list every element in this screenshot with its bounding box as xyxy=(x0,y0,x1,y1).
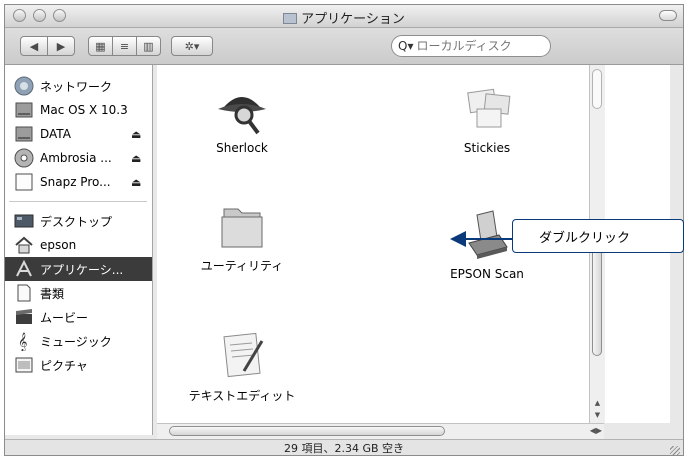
action-menu-button[interactable]: ✲▾ xyxy=(171,36,213,56)
sidebar-item-desktop[interactable]: デスクトップ xyxy=(5,209,152,233)
list-view-button[interactable]: ≡ xyxy=(112,36,137,56)
home-icon xyxy=(13,234,35,256)
folder-icon xyxy=(210,197,274,253)
file-item-textedit[interactable]: テキストエディット xyxy=(177,327,307,404)
sidebar-item-label: ネットワーク xyxy=(40,79,113,94)
file-name: テキストエディット xyxy=(188,389,296,403)
sidebar-item-label: epson xyxy=(40,238,77,252)
eject-icon[interactable]: ⏏ xyxy=(131,152,141,165)
sidebar-item-label: デスクトップ xyxy=(40,214,113,229)
textedit-icon xyxy=(210,327,274,383)
window-title-area: アプリケーション xyxy=(5,8,683,27)
folder-icon xyxy=(283,13,298,24)
sidebar-item-label: ムービー xyxy=(40,310,89,325)
back-button[interactable]: ◀ xyxy=(20,36,48,56)
sidebar-item-network[interactable]: ネットワーク xyxy=(5,74,152,98)
scroll-right-arrow-icon[interactable]: ▶ xyxy=(596,426,602,435)
sidebar-item-mac-os-x[interactable]: Mac OS X 10.3 xyxy=(5,98,152,122)
sidebar-item-pictures[interactable]: ピクチャ xyxy=(5,353,152,377)
sidebar-item-label: アプリケーシ... xyxy=(40,262,124,277)
search-field[interactable]: Q▾ xyxy=(391,35,551,57)
scroll-arrows-horizontal[interactable]: ◀▶ xyxy=(590,424,602,438)
hard-drive-icon xyxy=(13,123,35,145)
eject-icon[interactable]: ⏏ xyxy=(131,176,141,189)
scroll-down-arrow-icon[interactable]: ▼ xyxy=(595,411,600,419)
sidebar-item-label: DATA xyxy=(40,127,71,141)
sidebar-item-label: Snapz Pro... xyxy=(40,175,111,189)
documents-icon xyxy=(13,282,35,304)
sidebar-item-ambrosia[interactable]: Ambrosia ... ⏏ xyxy=(5,146,152,170)
sidebar: ネットワーク Mac OS X 10.3 DATA ⏏ Ambrosia ...… xyxy=(5,65,153,435)
window-title: アプリケーション xyxy=(301,12,405,27)
icon-view-icon: ▦ xyxy=(95,39,106,53)
forward-arrow-icon: ▶ xyxy=(56,39,66,53)
callout-arrow-icon xyxy=(450,231,512,247)
search-icon: Q▾ xyxy=(398,39,414,53)
desktop-icon xyxy=(13,210,35,232)
sidebar-item-epson[interactable]: epson xyxy=(5,233,152,257)
column-view-button[interactable]: ▥ xyxy=(136,36,161,56)
horizontal-scroll-thumb[interactable] xyxy=(169,426,445,436)
sidebar-item-music[interactable]: 𝄞 ミュージック xyxy=(5,329,152,353)
scroll-up-arrow-icon[interactable]: ▲ xyxy=(595,399,600,407)
toolbar: ◀ ▶ ▦ ≡ ▥ ✲▾ Q▾ xyxy=(5,28,683,65)
horizontal-scrollbar[interactable]: ◀▶ xyxy=(157,423,604,439)
sidebar-item-label: 書類 xyxy=(40,286,65,301)
file-name: Stickies xyxy=(463,141,511,155)
sidebar-item-label: Mac OS X 10.3 xyxy=(40,103,128,117)
icon-view-button[interactable]: ▦ xyxy=(88,36,113,56)
search-input[interactable] xyxy=(416,39,537,53)
scroll-arrows[interactable]: ▲ ▼ xyxy=(590,397,605,423)
status-bar: 29 項目、2.34 GB 空き xyxy=(5,439,683,455)
sherlock-icon xyxy=(210,81,274,137)
sidebar-divider xyxy=(9,201,147,202)
callout-label: ダブルクリック xyxy=(512,219,684,253)
svg-text:𝄞: 𝄞 xyxy=(18,332,27,351)
music-icon: 𝄞 xyxy=(13,330,35,352)
file-item-stickies[interactable]: Stickies xyxy=(422,81,552,155)
back-arrow-icon: ◀ xyxy=(29,39,39,53)
resize-grip-icon[interactable] xyxy=(670,446,680,455)
pictures-icon xyxy=(13,354,35,376)
blank-disk-icon xyxy=(13,171,35,193)
scroll-track-cap xyxy=(592,69,602,109)
column-view-icon: ▥ xyxy=(143,39,154,53)
status-text: 29 項目、2.34 GB 空き xyxy=(283,442,405,455)
sidebar-item-label: ミュージック xyxy=(40,334,112,349)
applications-icon xyxy=(13,258,35,280)
toolbar-toggle-button[interactable] xyxy=(659,10,677,21)
file-item-sherlock[interactable]: Sherlock xyxy=(177,81,307,155)
sidebar-item-documents[interactable]: 書類 xyxy=(5,281,152,305)
sidebar-item-snapz[interactable]: Snapz Pro... ⏏ xyxy=(5,170,152,194)
hard-drive-icon xyxy=(13,99,35,121)
gear-icon: ✲▾ xyxy=(184,39,200,53)
list-view-icon: ≡ xyxy=(119,39,130,53)
sidebar-item-data[interactable]: DATA ⏏ xyxy=(5,122,152,146)
sidebar-item-label: Ambrosia ... xyxy=(40,151,112,165)
sidebar-item-movies[interactable]: ムービー xyxy=(5,305,152,329)
disk-icon xyxy=(13,147,35,169)
movies-icon xyxy=(13,306,35,328)
eject-icon[interactable]: ⏏ xyxy=(131,128,141,141)
file-item-utilities[interactable]: ユーティリティ xyxy=(177,197,307,274)
file-name: ユーティリティ xyxy=(200,259,284,273)
stickies-icon xyxy=(455,81,519,137)
vertical-scroll-thumb[interactable] xyxy=(592,238,602,356)
callout-text: ダブルクリック xyxy=(539,230,631,246)
file-name: EPSON Scan xyxy=(450,267,524,281)
network-icon xyxy=(13,75,35,97)
forward-button[interactable]: ▶ xyxy=(47,36,75,56)
file-name: Sherlock xyxy=(216,141,268,155)
title-bar[interactable]: アプリケーション xyxy=(5,5,683,28)
sidebar-item-label: ピクチャ xyxy=(40,358,88,373)
sidebar-item-applications[interactable]: アプリケーシ... xyxy=(5,257,152,281)
